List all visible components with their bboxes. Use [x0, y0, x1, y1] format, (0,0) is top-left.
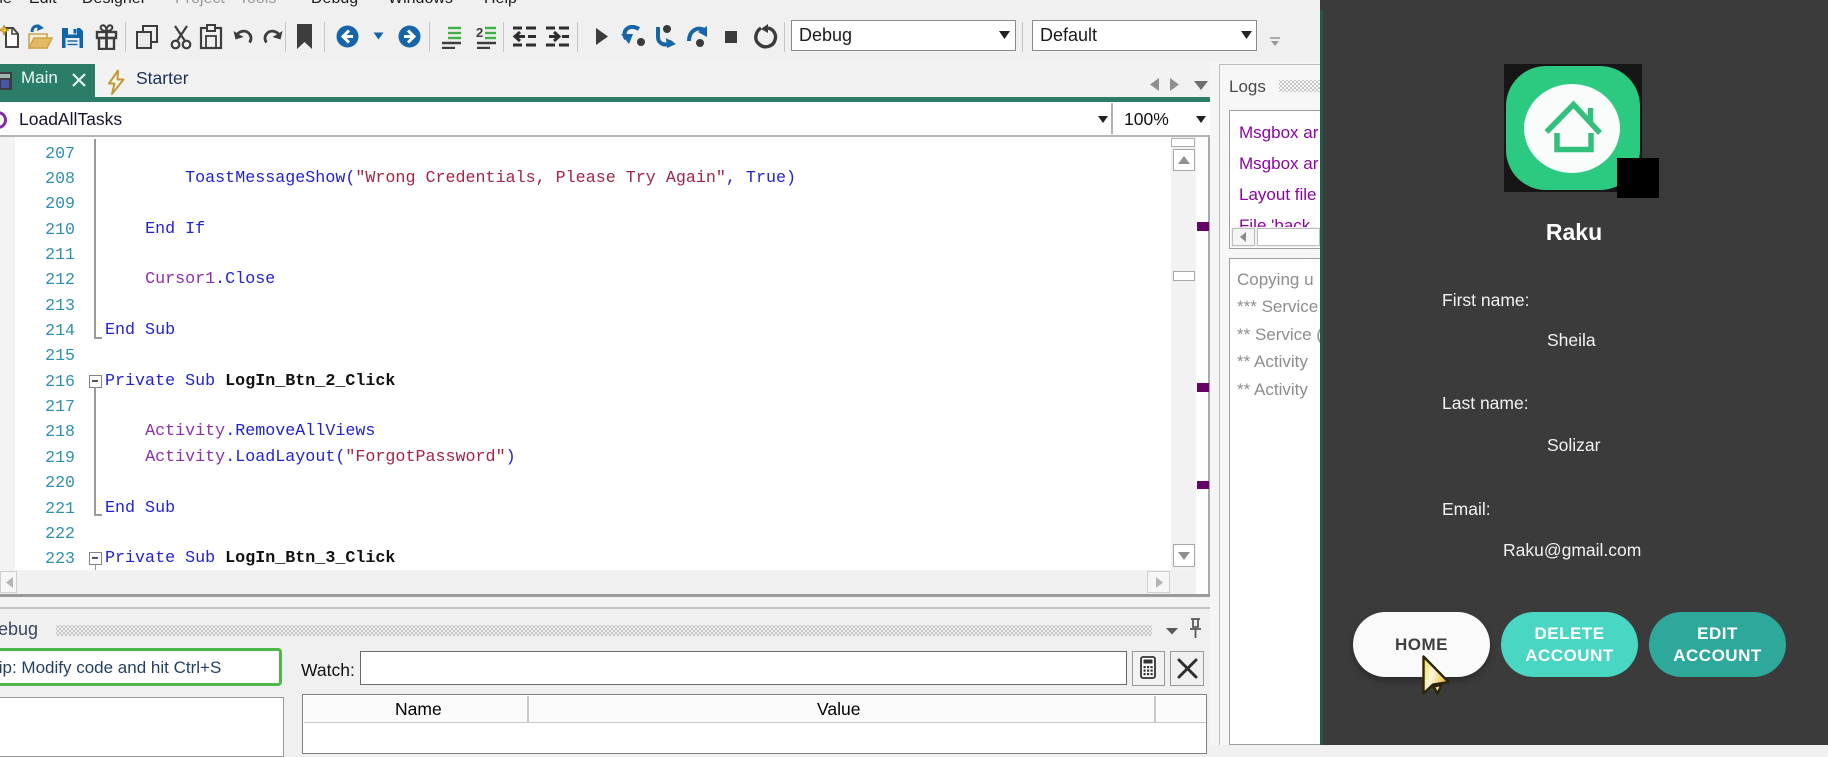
- svg-text:2: 2: [476, 25, 483, 40]
